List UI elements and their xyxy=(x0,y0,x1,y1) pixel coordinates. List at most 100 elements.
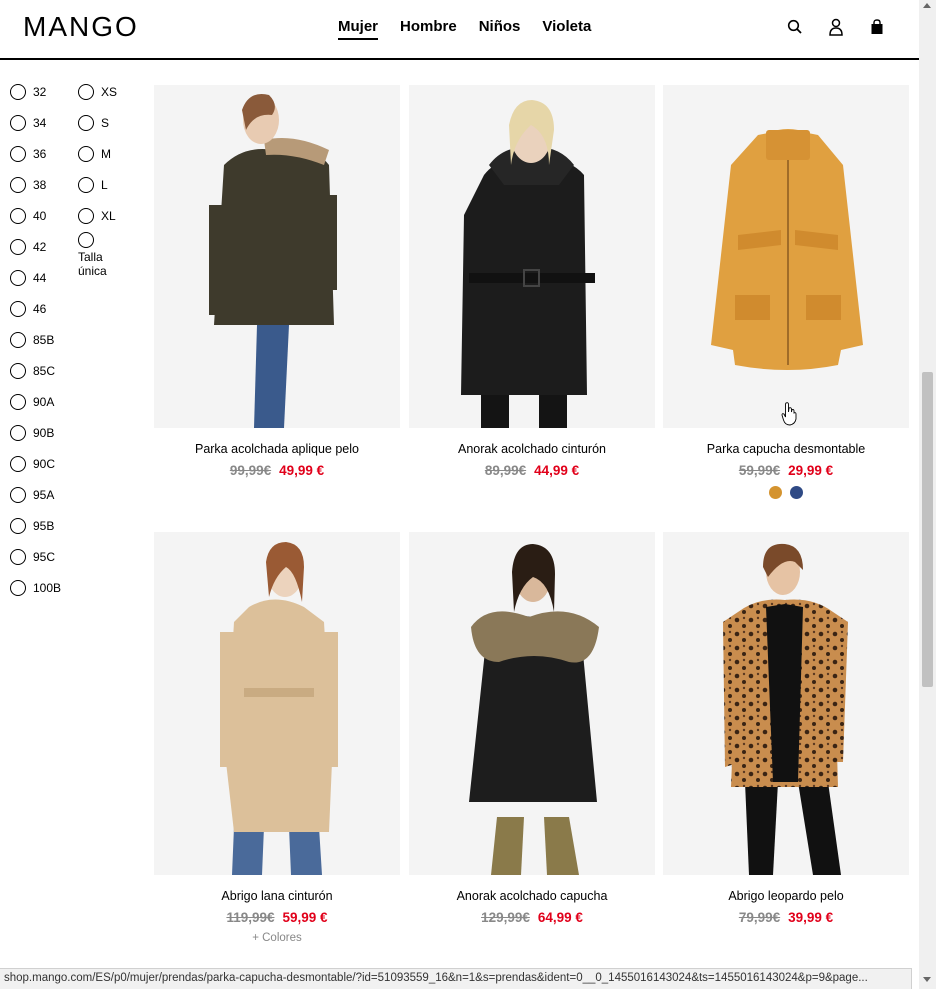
sale-price: 39,99 € xyxy=(788,910,834,925)
radio-button[interactable] xyxy=(10,486,26,503)
radio-button[interactable] xyxy=(78,232,94,248)
radio-button[interactable] xyxy=(10,455,26,472)
old-price: 129,99€ xyxy=(481,910,530,925)
size-option[interactable]: 38 xyxy=(10,169,61,200)
radio-button[interactable] xyxy=(10,393,26,410)
nav-ninos[interactable]: Niños xyxy=(479,18,521,40)
size-label: M xyxy=(101,146,111,161)
sale-price: 59,99 € xyxy=(282,910,328,925)
product-image[interactable] xyxy=(154,532,400,875)
product-name[interactable]: Anorak acolchado cinturón xyxy=(409,442,655,456)
radio-button[interactable] xyxy=(78,176,94,193)
size-option[interactable]: 95C xyxy=(10,541,61,572)
shopping-bag-icon[interactable] xyxy=(868,18,886,36)
mango-logo[interactable]: MANGO xyxy=(23,11,139,43)
size-option[interactable]: 40 xyxy=(10,200,61,231)
radio-button[interactable] xyxy=(78,207,94,224)
radio-button[interactable] xyxy=(10,579,26,596)
size-option[interactable]: 90B xyxy=(10,417,61,448)
radio-button[interactable] xyxy=(10,145,26,162)
size-option[interactable]: S xyxy=(78,107,117,138)
size-label: Talla única xyxy=(78,250,107,278)
product-card[interactable]: Abrigo lana cinturón 119,99€ 59,99 € + Co… xyxy=(154,532,400,944)
product-card[interactable]: Anorak acolchado cinturón 89,99€ 44,99 € xyxy=(409,85,655,478)
size-option[interactable]: 95B xyxy=(10,510,61,541)
size-option[interactable]: XL xyxy=(78,200,117,231)
product-prices: 99,99€ 49,99 € xyxy=(154,463,400,478)
radio-button[interactable] xyxy=(10,269,26,286)
product-prices: 79,99€ 39,99 € xyxy=(663,910,909,925)
product-image[interactable] xyxy=(409,85,655,428)
size-label: 90B xyxy=(33,425,55,440)
radio-button[interactable] xyxy=(10,362,26,379)
product-prices: 89,99€ 44,99 € xyxy=(409,463,655,478)
scroll-up-arrow-icon[interactable] xyxy=(923,3,931,8)
product-name[interactable]: Anorak acolchado capucha xyxy=(409,889,655,903)
product-image[interactable] xyxy=(663,532,909,875)
size-label: XS xyxy=(101,84,118,99)
radio-button[interactable] xyxy=(10,517,26,534)
product-name[interactable]: Parka capucha desmontable xyxy=(663,442,909,456)
color-swatch-navy[interactable] xyxy=(790,486,803,499)
old-price: 119,99€ xyxy=(226,910,275,925)
product-image[interactable] xyxy=(154,85,400,428)
radio-button[interactable] xyxy=(78,83,94,100)
size-label: L xyxy=(101,177,108,192)
product-image[interactable] xyxy=(663,85,909,428)
product-card[interactable]: Parka acolchada aplique pelo 99,99€ 49,99… xyxy=(154,85,400,478)
size-option[interactable]: 90A xyxy=(10,386,61,417)
size-option[interactable]: 85B xyxy=(10,324,61,355)
radio-button[interactable] xyxy=(10,300,26,317)
size-option[interactable]: 46 xyxy=(10,293,61,324)
size-label: S xyxy=(101,115,110,130)
size-option[interactable]: M xyxy=(78,138,117,169)
radio-button[interactable] xyxy=(10,238,26,255)
size-option[interactable]: 34 xyxy=(10,107,61,138)
size-option[interactable]: L xyxy=(78,169,117,200)
radio-button[interactable] xyxy=(10,548,26,565)
radio-button[interactable] xyxy=(78,145,94,162)
nav-violeta[interactable]: Violeta xyxy=(542,18,591,40)
more-colors-link[interactable]: + Colores xyxy=(154,932,400,944)
radio-button[interactable] xyxy=(10,331,26,348)
nav-mujer[interactable]: Mujer xyxy=(338,18,379,40)
size-option[interactable]: 95A xyxy=(10,479,61,510)
radio-button[interactable] xyxy=(10,176,26,193)
size-option[interactable]: 42 xyxy=(10,231,61,262)
vertical-scrollbar[interactable] xyxy=(919,0,936,989)
product-name[interactable]: Abrigo lana cinturón xyxy=(154,889,400,903)
radio-button[interactable] xyxy=(10,424,26,441)
product-card[interactable]: Anorak acolchado capucha 129,99€ 64,99 € xyxy=(409,532,655,925)
product-image[interactable] xyxy=(409,532,655,875)
scrollbar-thumb[interactable] xyxy=(922,372,933,687)
product-card[interactable]: Abrigo leopardo pelo 79,99€ 39,99 € xyxy=(663,532,909,925)
radio-button[interactable] xyxy=(78,114,94,131)
size-option[interactable]: 44 xyxy=(10,262,61,293)
size-option[interactable]: 100B xyxy=(10,572,61,603)
scroll-down-arrow-icon[interactable] xyxy=(923,977,931,982)
size-option[interactable]: 32 xyxy=(10,76,61,107)
radio-button[interactable] xyxy=(10,114,26,131)
size-option[interactable]: Talla única xyxy=(78,231,117,278)
size-option[interactable]: 90C xyxy=(10,448,61,479)
product-card[interactable]: Parka capucha desmontable 59,99€ 29,99 € xyxy=(663,85,909,499)
product-prices: 119,99€ 59,99 € xyxy=(154,910,400,925)
size-option[interactable]: 36 xyxy=(10,138,61,169)
size-label: XL xyxy=(101,208,116,223)
size-option[interactable]: 85C xyxy=(10,355,61,386)
nav-hombre[interactable]: Hombre xyxy=(400,18,457,40)
size-label: 34 xyxy=(33,115,47,130)
size-label: 95C xyxy=(33,549,56,564)
color-swatch-mustard[interactable] xyxy=(769,486,782,499)
letter-size-column: XS S M L XL Talla única xyxy=(78,76,117,278)
search-icon[interactable] xyxy=(786,18,804,36)
size-label: 90C xyxy=(33,456,56,471)
size-label: 100B xyxy=(33,580,62,595)
radio-button[interactable] xyxy=(10,83,26,100)
product-name[interactable]: Abrigo leopardo pelo xyxy=(663,889,909,903)
size-option[interactable]: XS xyxy=(78,76,117,107)
radio-button[interactable] xyxy=(10,207,26,224)
product-prices: 129,99€ 64,99 € xyxy=(409,910,655,925)
user-icon[interactable] xyxy=(827,18,845,36)
product-name[interactable]: Parka acolchada aplique pelo xyxy=(154,442,400,456)
